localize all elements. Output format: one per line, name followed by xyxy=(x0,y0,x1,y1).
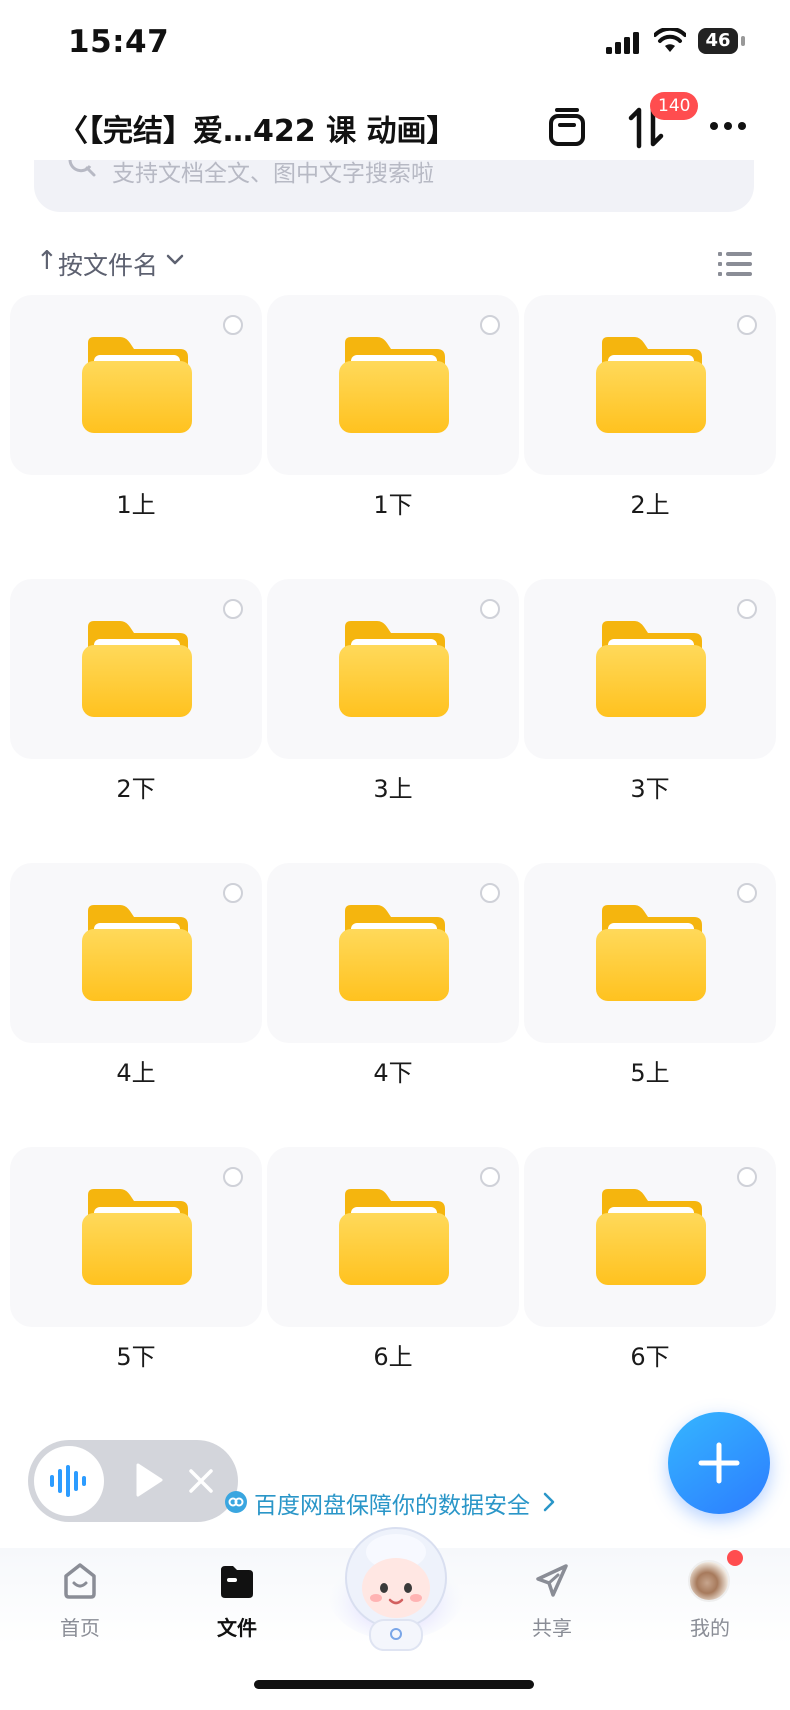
chevron-right-icon xyxy=(543,1492,555,1512)
promo-text: 百度网盘保障你的数据安全 xyxy=(254,1493,530,1519)
folder-icon xyxy=(596,621,706,717)
notification-dot xyxy=(727,1550,743,1566)
nav-item-share[interactable]: 共享 xyxy=(497,1562,607,1652)
folder-icon xyxy=(82,337,192,433)
folder-name: 1上 xyxy=(116,491,156,519)
wifi-icon xyxy=(654,28,686,52)
avatar xyxy=(688,1560,730,1602)
share-icon xyxy=(536,1564,568,1597)
folder-item[interactable]: 6下 xyxy=(524,1147,776,1397)
folder-item[interactable]: 5下 xyxy=(10,1147,262,1397)
folder-item[interactable]: 2上 xyxy=(524,295,776,545)
folder-item[interactable]: 3上 xyxy=(267,579,519,829)
folder-name: 1下 xyxy=(373,491,413,519)
nav-label-me: 我的 xyxy=(690,1616,730,1640)
close-icon[interactable] xyxy=(188,1468,214,1494)
select-checkbox[interactable] xyxy=(223,315,243,335)
nav-label-home: 首页 xyxy=(60,1616,100,1640)
select-checkbox[interactable] xyxy=(223,599,243,619)
folder-item[interactable]: 2下 xyxy=(10,579,262,829)
shield-icon xyxy=(225,1491,247,1513)
folder-name: 2下 xyxy=(116,775,156,803)
folder-icon xyxy=(339,337,449,433)
folder-name: 3下 xyxy=(630,775,670,803)
home-indicator xyxy=(254,1680,534,1689)
battery-icon: 46 xyxy=(698,28,746,54)
sort-direction-icon[interactable]: ↑ xyxy=(36,246,58,276)
audio-player[interactable] xyxy=(28,1440,238,1522)
select-checkbox[interactable] xyxy=(737,1167,757,1187)
folder-name: 2上 xyxy=(630,491,670,519)
battery-cap xyxy=(741,36,745,46)
audio-wave-icon xyxy=(50,1465,86,1497)
battery-level: 46 xyxy=(705,30,731,51)
list-view-icon[interactable] xyxy=(718,250,752,278)
select-checkbox[interactable] xyxy=(223,883,243,903)
nav-item-home[interactable]: 首页 xyxy=(25,1562,135,1652)
status-time: 15:47 xyxy=(68,24,170,60)
sort-row: ↑ 按文件名 xyxy=(0,240,790,284)
select-checkbox[interactable] xyxy=(737,883,757,903)
page-title[interactable]: 〈【完结】爱…422 课 动画】 xyxy=(58,106,457,150)
folder-item[interactable]: 6上 xyxy=(267,1147,519,1397)
folder-item[interactable]: 4上 xyxy=(10,863,262,1113)
folder-item[interactable]: 1上 xyxy=(10,295,262,545)
sort-by-button[interactable]: 按文件名 xyxy=(58,246,158,282)
folder-icon xyxy=(339,905,449,1001)
transfer-count-badge: 140 xyxy=(650,92,699,120)
select-checkbox[interactable] xyxy=(480,883,500,903)
select-checkbox[interactable] xyxy=(223,1167,243,1187)
folder-item[interactable]: 5上 xyxy=(524,863,776,1113)
ai-assistant-mascot-icon[interactable] xyxy=(326,1516,466,1656)
folder-name: 5上 xyxy=(630,1059,670,1087)
nav-item-files[interactable]: 文件 xyxy=(182,1562,292,1652)
folder-item[interactable]: 1下 xyxy=(267,295,519,545)
folder-icon xyxy=(82,621,192,717)
folder-name: 6上 xyxy=(373,1343,413,1371)
more-icon[interactable] xyxy=(708,120,748,132)
folder-name: 6下 xyxy=(630,1343,670,1371)
files-icon xyxy=(221,1566,253,1598)
nav-item-me[interactable]: 我的 xyxy=(655,1550,765,1652)
search-placeholder: 支持文档全文、图中文字搜索啦 xyxy=(112,161,434,187)
header: 〈【完结】爱…422 课 动画】 140 xyxy=(0,92,790,162)
folder-name: 5下 xyxy=(116,1343,156,1371)
collection-icon[interactable] xyxy=(548,106,586,146)
select-checkbox[interactable] xyxy=(480,315,500,335)
add-button[interactable] xyxy=(668,1412,770,1514)
folder-name: 3上 xyxy=(373,775,413,803)
folder-icon xyxy=(339,1189,449,1285)
audio-wave-button[interactable] xyxy=(34,1446,104,1516)
nav-label-share: 共享 xyxy=(532,1616,572,1640)
chevron-down-icon[interactable] xyxy=(166,254,184,266)
home-icon xyxy=(64,1563,96,1599)
folder-icon xyxy=(596,337,706,433)
play-icon[interactable] xyxy=(134,1462,164,1498)
search-icon xyxy=(68,160,96,177)
select-checkbox[interactable] xyxy=(737,599,757,619)
select-checkbox[interactable] xyxy=(480,1167,500,1187)
search-input[interactable]: 支持文档全文、图中文字搜索啦 xyxy=(34,160,754,212)
select-checkbox[interactable] xyxy=(480,599,500,619)
folder-icon xyxy=(596,905,706,1001)
folder-name: 4上 xyxy=(116,1059,156,1087)
nav-label-files: 文件 xyxy=(217,1616,257,1640)
folder-item[interactable]: 4下 xyxy=(267,863,519,1113)
folder-icon xyxy=(596,1189,706,1285)
folder-name: 4下 xyxy=(373,1059,413,1087)
folder-icon xyxy=(339,621,449,717)
folder-item[interactable]: 3下 xyxy=(524,579,776,829)
plus-icon xyxy=(698,1442,740,1484)
signal-icon xyxy=(606,32,639,54)
select-checkbox[interactable] xyxy=(737,315,757,335)
status-bar: 15:47 46 xyxy=(0,0,790,86)
folder-icon xyxy=(82,905,192,1001)
folder-icon xyxy=(82,1189,192,1285)
